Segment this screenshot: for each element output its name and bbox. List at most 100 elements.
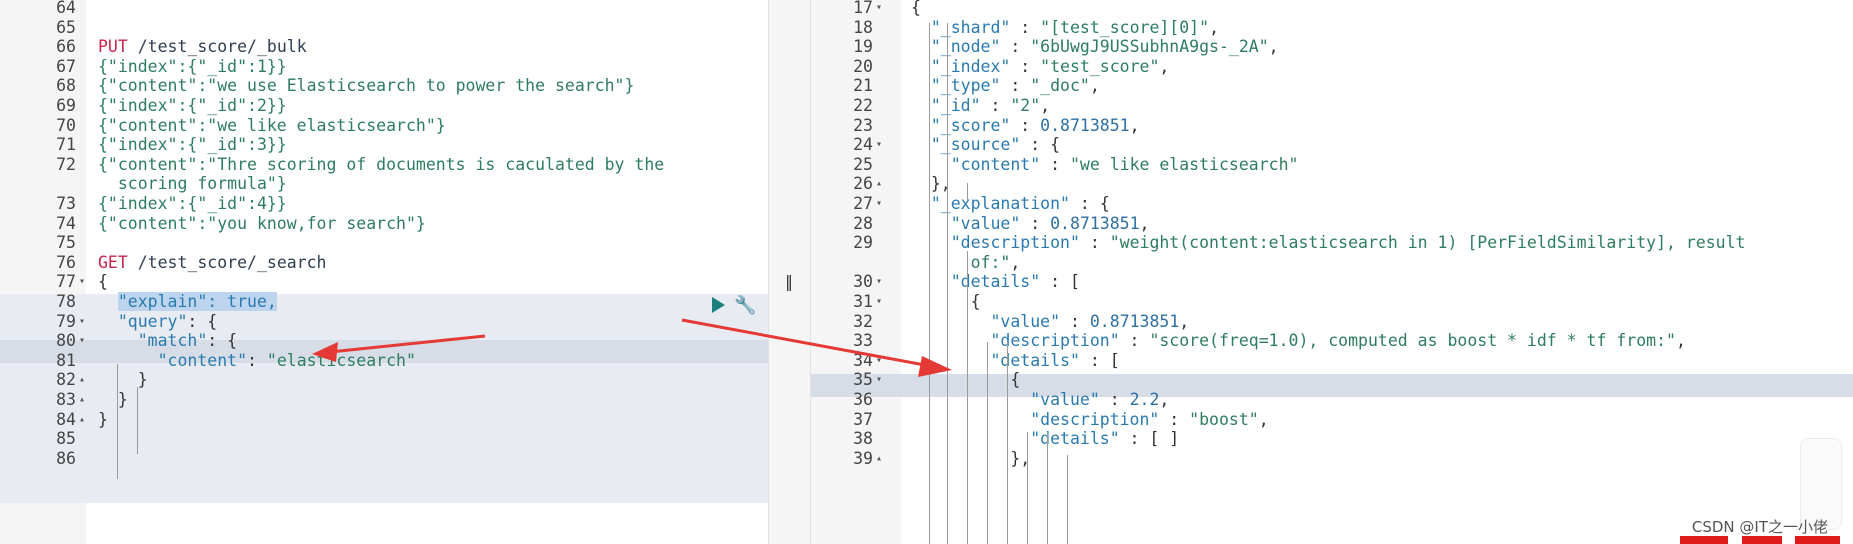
code-token: "explain": true, (117, 292, 277, 311)
code-token: : { (207, 331, 238, 351)
indent-guide (1047, 432, 1048, 544)
code-token: "_source" (930, 135, 1021, 155)
code-token: "score(freq=1.0), computed as boost * id… (1149, 331, 1676, 351)
code-token: : (1010, 17, 1041, 37)
wrench-icon[interactable]: 🔧 (734, 295, 756, 316)
code-token: "query" (117, 311, 188, 331)
code-token: "description" (990, 331, 1120, 351)
code-token: "[test_score][0]" (1040, 17, 1210, 37)
code-token: : (247, 350, 267, 370)
indent-guide (987, 342, 988, 544)
line-number: 39 (853, 448, 873, 468)
code-token: "_doc" (1030, 76, 1090, 96)
code-token: : (980, 96, 1011, 115)
code-token: : (1010, 56, 1041, 76)
code-token: { (911, 370, 1021, 390)
code-token: {"index":{"_id":3}} (98, 135, 287, 155)
code-token: : (1010, 115, 1041, 135)
pane-divider[interactable]: ‖ (768, 0, 811, 544)
code-token: : (1079, 233, 1110, 253)
indent-guide (137, 387, 138, 454)
code-token: : [ (1079, 350, 1120, 370)
indent-guide (967, 251, 968, 544)
code-token: , (1209, 17, 1219, 37)
code-token: , (1159, 56, 1170, 76)
code-token: 0.8713851 (1040, 115, 1130, 135)
code-token: , (1159, 390, 1170, 409)
code-token: {"content":"Thre scoring of documents is… (98, 154, 665, 174)
code-token: "match" (137, 331, 208, 351)
code-token: "_type" (930, 76, 1001, 96)
code-token: } (98, 390, 128, 409)
code-token: "_score" (930, 115, 1011, 135)
code-token: , (1010, 252, 1021, 272)
code-token: "content" (157, 350, 248, 370)
code-token: "we like elasticsearch" (1069, 154, 1299, 174)
code-token: , (1268, 37, 1279, 57)
code-token: "_explanation" (930, 194, 1070, 213)
code-token: {"index":{"_id":2}} (98, 96, 287, 115)
code-token: /test_score/_search (127, 252, 327, 272)
play-icon[interactable] (712, 297, 725, 313)
code-token: 0.8713851 (1050, 213, 1140, 233)
code-token: "6bUwgJ9USSubhnA9gs-_2A" (1030, 37, 1269, 57)
code-token: "2" (1010, 96, 1041, 115)
code-token: : (1040, 154, 1070, 174)
code-token: , (1089, 76, 1100, 96)
code-token: , (1040, 96, 1051, 115)
code-token: : [ (1040, 272, 1080, 292)
code-token: /test_score/_bulk (127, 37, 307, 57)
code-token: } (98, 370, 148, 390)
code-token: "_id" (930, 96, 981, 115)
code-token: : { (1020, 135, 1061, 155)
code-token: 2.2 (1129, 390, 1160, 409)
code-token: , (1129, 115, 1140, 135)
code-token: : (1060, 311, 1090, 331)
request-editor[interactable]: 64 65 66 PUT /test_score/_bulk 67 {"index":{"… (0, 0, 768, 544)
code-token: "details" (990, 350, 1080, 370)
code-token: "_shard" (930, 17, 1011, 37)
fold-expand-icon[interactable]: ▴ (876, 447, 882, 470)
indent-guide (1007, 342, 1008, 544)
code-token: {"index":{"_id":1}} (98, 56, 287, 76)
code-token: "details" (950, 272, 1041, 292)
indent-guide (1027, 432, 1028, 544)
code-token: { (98, 272, 108, 292)
code-token: {"index":{"_id":4}} (98, 194, 287, 213)
code-token: } (98, 409, 108, 429)
code-token: "value" (950, 213, 1021, 233)
watermark: CSDN @IT之一小佬 (1691, 518, 1828, 536)
code-token: "description" (1030, 409, 1160, 429)
code-token: : (1000, 37, 1031, 57)
response-viewer[interactable]: 17 ▾{18 "_shard" : "[test_score][0]", 19 "… (811, 0, 1853, 544)
code-token: {"content":"we use Elasticsearch to powe… (98, 76, 635, 96)
code-token: "value" (1030, 390, 1100, 409)
code-token: , (1179, 311, 1190, 331)
code-token: : (1099, 390, 1130, 409)
code-token: "value" (990, 311, 1061, 331)
code-token: "_index" (930, 56, 1011, 76)
indent-guide (947, 23, 948, 544)
resize-handle-icon[interactable]: ‖ (785, 272, 793, 291)
code-token: "weight(content:elasticsearch in 1) [Per… (1109, 233, 1746, 253)
indent-guide (1067, 455, 1068, 544)
code-token: , (1675, 331, 1686, 351)
code-token: , (1139, 213, 1150, 233)
code-token: scoring formula"} (98, 174, 287, 194)
code-token: : [ ] (1119, 429, 1180, 449)
red-marker-bars (1680, 536, 1840, 544)
code-line[interactable]: 86 (0, 447, 768, 470)
code-token: {"content":"we like elasticsearch"} (98, 115, 446, 135)
